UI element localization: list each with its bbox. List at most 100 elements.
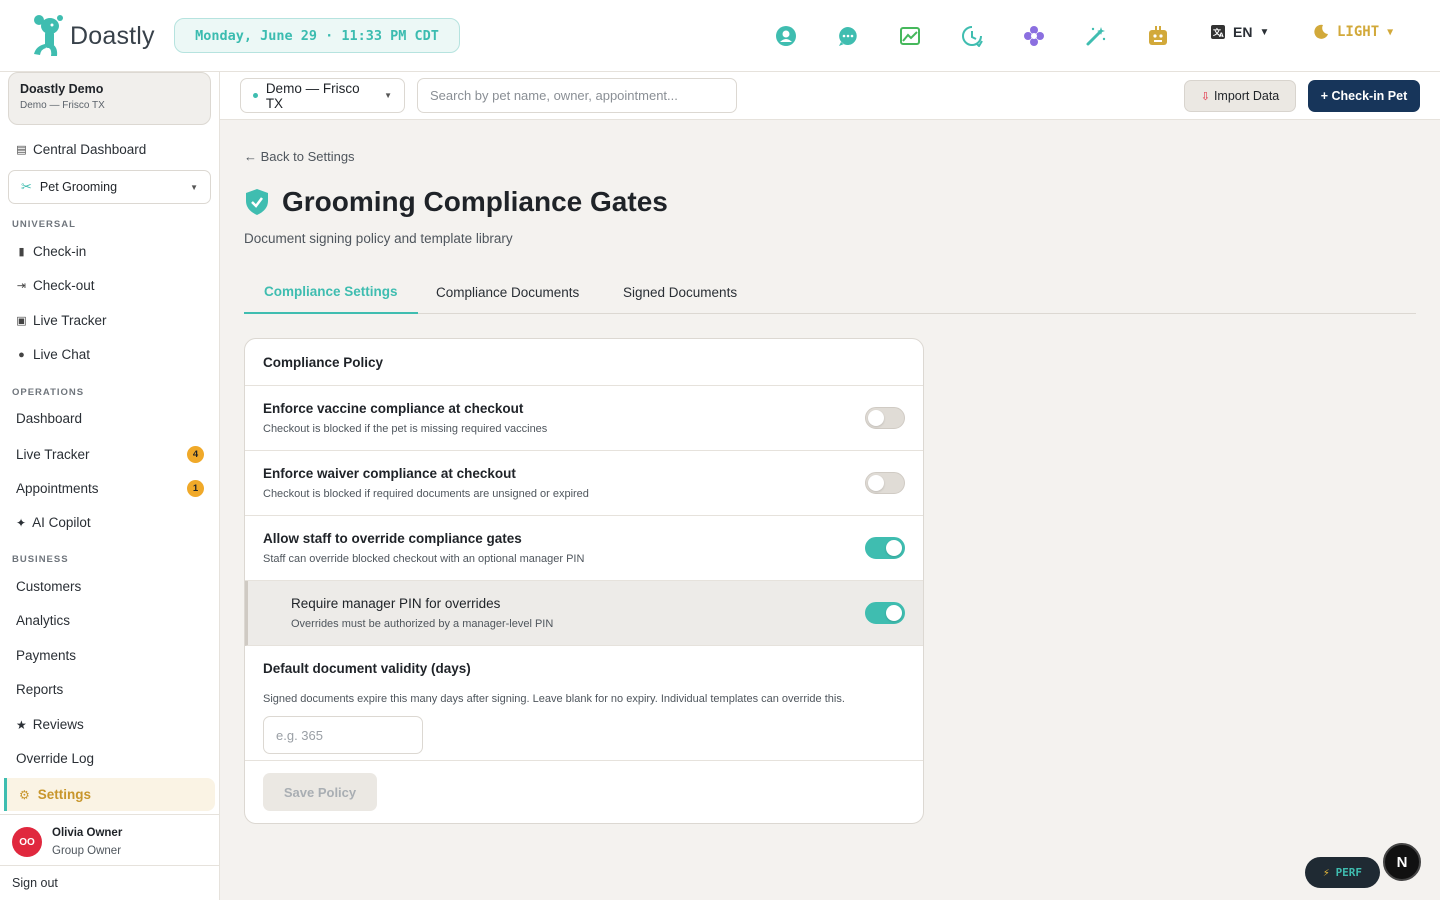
chart-icon[interactable]	[898, 24, 922, 48]
sign-out-link[interactable]: Sign out	[12, 876, 58, 890]
location-select[interactable]: Demo — Frisco TX ▼	[240, 78, 405, 113]
dashboard-icon: ▤	[16, 144, 27, 156]
sidebar-item-ai-copilot[interactable]: ✦ AI Copilot	[16, 515, 204, 530]
document-validity-section: Default document validity (days) Signed …	[245, 646, 923, 761]
caret-down-icon: ▼	[1387, 26, 1394, 38]
app-logo[interactable]: Doastly	[30, 14, 155, 58]
sidebar-item-label: Live Tracker	[16, 447, 90, 462]
sidebar-item-live-tracker[interactable]: ▣ Live Tracker	[16, 313, 107, 328]
setting-row-override: Allow staff to override compliance gates…	[245, 516, 923, 581]
tab-bar: Compliance Settings Compliance Documents…	[244, 270, 1416, 314]
org-switcher[interactable]: Doastly Demo Demo — Frisco TX	[8, 72, 211, 125]
translate-icon: 文A	[1211, 25, 1225, 39]
staff-override-toggle[interactable]	[865, 537, 905, 559]
lightning-icon: ⚡	[1322, 866, 1330, 879]
search-input[interactable]	[417, 78, 737, 113]
user-profile[interactable]: OO Olivia Owner Group Owner	[0, 814, 219, 866]
sparkle-icon: ✦	[16, 515, 27, 530]
status-dot-icon	[253, 93, 258, 98]
clipboard-icon: ▮	[18, 246, 25, 258]
back-to-settings-link[interactable]: ← Back to Settings	[244, 149, 355, 164]
central-dashboard-link[interactable]: ▤ Central Dashboard	[16, 142, 146, 157]
sidebar-item-override-log[interactable]: Override Log	[16, 751, 204, 766]
sidebar-item-label: Settings	[37, 787, 92, 802]
sidebar-item-dashboard[interactable]: Dashboard	[16, 411, 204, 426]
setting-row-manager-pin: Require manager PIN for overrides Overri…	[245, 581, 923, 646]
check-in-pet-button[interactable]: + Check-in Pet	[1308, 80, 1420, 112]
import-icon: ⇩	[1200, 90, 1210, 103]
setting-title: Require manager PIN for overrides	[291, 596, 501, 611]
vaccine-compliance-toggle[interactable]	[865, 407, 905, 429]
sidebar-item-label: Live Tracker	[33, 313, 107, 328]
sidebar-item-label: Reports	[16, 682, 64, 697]
count-badge: 1	[187, 480, 204, 497]
tab-compliance-documents[interactable]: Compliance Documents	[416, 270, 599, 314]
sidebar-item-label: Check-in	[33, 244, 87, 259]
setting-title: Enforce vaccine compliance at checkout	[263, 401, 524, 416]
theme-selector[interactable]: LIGHT ▼	[1313, 24, 1393, 40]
sidebar-item-reviews[interactable]: ★ Reviews	[16, 717, 204, 732]
language-label: EN	[1233, 24, 1253, 40]
moon-icon	[1314, 24, 1328, 39]
sidebar-item-label: Override Log	[16, 751, 95, 766]
tab-signed-documents[interactable]: Signed Documents	[603, 270, 757, 314]
shield-check-icon	[246, 189, 268, 215]
flower-icon[interactable]	[1022, 24, 1046, 48]
module-select[interactable]: ✂ Pet Grooming ▼	[8, 170, 211, 204]
card-title: Compliance Policy	[245, 339, 923, 386]
sidebar-item-label: Customers	[16, 579, 82, 594]
perf-button[interactable]: ⚡ PERF	[1305, 857, 1380, 888]
gear-icon: ⚙	[19, 787, 30, 802]
sidebar-item-label: Check-out	[33, 278, 95, 293]
section-operations: OPERATIONS	[12, 387, 85, 398]
scissors-icon: ✂	[21, 179, 32, 194]
user-name: Olivia Owner	[52, 827, 123, 839]
central-dashboard-label: Central Dashboard	[33, 142, 147, 157]
sidebar-item-check-in[interactable]: ▮ Check-in	[16, 244, 86, 259]
tab-compliance-settings[interactable]: Compliance Settings	[244, 270, 418, 314]
sidebar-item-appointments[interactable]: Appointments 1	[16, 480, 204, 497]
sidebar-item-analytics[interactable]: Analytics	[16, 613, 204, 628]
setting-title: Enforce waiver compliance at checkout	[263, 466, 516, 481]
dog-logo-icon	[34, 15, 63, 56]
sidebar-item-live-tracker-ops[interactable]: Live Tracker 4	[16, 446, 204, 463]
sidebar-item-settings[interactable]: ⚙ Settings	[4, 778, 215, 811]
chat-bubble-icon: ●	[18, 348, 25, 361]
robot-icon[interactable]	[1146, 24, 1170, 48]
magic-wand-icon[interactable]	[1084, 24, 1108, 48]
sidebar-item-label: Reviews	[32, 717, 84, 732]
sidebar-item-check-out[interactable]: ⇥ Check-out	[16, 278, 95, 293]
sidebar-item-customers[interactable]: Customers	[16, 579, 204, 594]
sidebar-item-label: Analytics	[16, 613, 71, 628]
toggle-knob	[886, 540, 902, 556]
module-label: Pet Grooming	[39, 180, 118, 194]
section-business: BUSINESS	[12, 554, 69, 565]
support-icon[interactable]	[774, 24, 798, 48]
app-name: Doastly	[70, 21, 155, 50]
compliance-policy-card: Compliance Policy Enforce vaccine compli…	[244, 338, 924, 824]
sidebar-item-live-chat[interactable]: ● Live Chat	[16, 347, 90, 362]
theme-label: LIGHT	[1337, 24, 1380, 40]
chat-icon[interactable]	[836, 24, 860, 48]
star-icon: ★	[16, 717, 27, 732]
language-selector[interactable]: 文A EN ▼	[1210, 24, 1269, 40]
avatar: OO	[12, 827, 42, 857]
monitor-icon: ▣	[16, 315, 27, 327]
sidebar-item-label: Appointments	[16, 481, 99, 496]
toggle-knob	[868, 475, 884, 491]
manager-pin-toggle[interactable]	[865, 602, 905, 624]
setting-row-vaccine: Enforce vaccine compliance at checkout C…	[245, 386, 923, 451]
dev-tools-button[interactable]: N	[1383, 843, 1421, 881]
page-header: Grooming Compliance Gates	[244, 186, 668, 218]
validity-description: Signed documents expire this many days a…	[263, 693, 845, 705]
sidebar-item-payments[interactable]: Payments	[16, 648, 204, 663]
sidebar-item-reports[interactable]: Reports	[16, 682, 204, 697]
current-datetime: Monday, June 29 · 11:33 PM CDT	[174, 18, 460, 53]
history-icon[interactable]	[960, 24, 984, 48]
import-data-button[interactable]: ⇩ Import Data	[1184, 80, 1296, 112]
waiver-compliance-toggle[interactable]	[865, 472, 905, 494]
setting-title: Allow staff to override compliance gates	[263, 531, 522, 546]
caret-down-icon: ▼	[384, 91, 392, 100]
validity-days-input[interactable]	[263, 716, 423, 754]
save-policy-button[interactable]: Save Policy	[263, 773, 377, 811]
